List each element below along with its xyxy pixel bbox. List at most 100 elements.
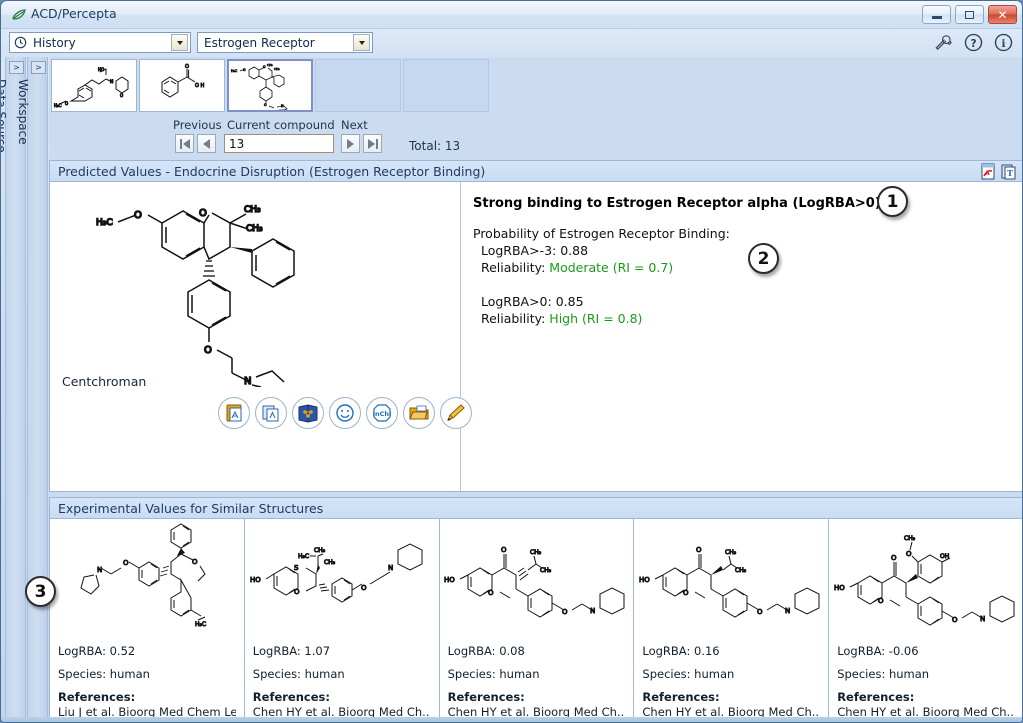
card-info-1: LogRBA: 0.52 Species: human References: …: [50, 639, 244, 720]
sidebar-item-workspace[interactable]: > Workspace: [27, 57, 48, 723]
last-compound-button[interactable]: [363, 134, 382, 153]
chevron-down-icon[interactable]: [171, 34, 188, 51]
result-title: Strong binding to Estrogen Receptor alph…: [473, 196, 1013, 211]
expand-data-source-button[interactable]: >: [9, 61, 24, 74]
callout-3: 3: [25, 576, 56, 607]
app-window: ACD/Percepta ✕ History Estrogen Receptor: [0, 0, 1023, 723]
toolbar: History Estrogen Receptor ? i: [1, 29, 1023, 57]
chevron-down-icon[interactable]: [353, 34, 370, 51]
svg-text:HO: HO: [444, 576, 455, 584]
module-dropdown-value: Estrogen Receptor: [198, 36, 353, 50]
svg-text:A: A: [985, 170, 990, 177]
svg-text:N: N: [980, 615, 985, 623]
previous-compound-button[interactable]: [197, 134, 216, 153]
references-label-1: References:: [58, 690, 236, 705]
svg-text:O: O: [294, 588, 300, 596]
svg-text:O: O: [263, 65, 266, 69]
similar-structure-card-3[interactable]: HO O O: [440, 519, 635, 723]
svg-text:S: S: [294, 564, 299, 572]
close-button[interactable]: ✕: [988, 5, 1017, 24]
similar-structure-3: HO O O: [440, 519, 634, 639]
svg-text:N: N: [590, 607, 595, 615]
module-dropdown[interactable]: Estrogen Receptor: [197, 32, 373, 53]
svg-text:CH₃: CH₃: [530, 549, 542, 556]
text-export-icon[interactable]: T: [1001, 163, 1017, 180]
current-compound-input[interactable]: [224, 134, 334, 153]
thumbnail-4[interactable]: [315, 59, 401, 112]
svg-text:HO: HO: [639, 576, 650, 584]
dictionary-icon[interactable]: [292, 397, 324, 429]
help-icon[interactable]: ?: [963, 32, 984, 53]
svg-text:O: O: [562, 608, 568, 616]
similar-structure-card-1[interactable]: O O N: [50, 519, 245, 723]
info-icon[interactable]: i: [993, 32, 1014, 53]
export-icons: A T: [980, 163, 1017, 180]
svg-text:HO: HO: [98, 67, 104, 72]
title-bar: ACD/Percepta ✕: [1, 1, 1023, 29]
species-1: Species: human: [58, 667, 236, 682]
expand-workspace-button[interactable]: >: [31, 61, 46, 74]
probability-header: Probability of Estrogen Receptor Binding…: [473, 225, 1013, 242]
open-file-icon[interactable]: [403, 397, 435, 429]
svg-text:InChI: InChI: [373, 410, 392, 418]
svg-text:N: N: [785, 607, 790, 615]
minimize-button[interactable]: [922, 5, 951, 24]
svg-text:CH₃: CH₃: [244, 205, 261, 215]
experimental-values-header: Experimental Values for Similar Structur…: [49, 497, 1023, 519]
svg-text:O: O: [204, 345, 212, 356]
svg-text:O H: O H: [195, 83, 205, 89]
references-label-5: References:: [837, 690, 1015, 705]
svg-text:N: N: [97, 566, 102, 574]
paste-structure-icon[interactable]: [218, 397, 250, 429]
maximize-button[interactable]: [955, 5, 984, 24]
next-compound-button[interactable]: [341, 134, 360, 153]
svg-text:HO: HO: [250, 576, 261, 584]
structure-toolbar: InChI: [218, 397, 472, 429]
similar-structure-card-5[interactable]: HO O O O: [829, 519, 1023, 723]
svg-text:O: O: [264, 103, 267, 107]
svg-text:CH₃: CH₃: [324, 559, 336, 566]
logrba-value-1: LogRBA>-3: 0.88: [473, 242, 1013, 259]
smiles-icon[interactable]: [329, 397, 361, 429]
thumbnail-2[interactable]: O O H: [139, 59, 225, 112]
pdf-export-icon[interactable]: A: [980, 163, 996, 180]
clock-icon: [14, 36, 27, 49]
logrba-1: LogRBA: 0.52: [58, 644, 236, 659]
logrba-2: LogRBA: 1.07: [253, 644, 431, 659]
thumbnail-5[interactable]: [403, 59, 489, 112]
svg-text:T: T: [1007, 168, 1013, 178]
svg-text:CH₃: CH₃: [904, 535, 916, 542]
copy-structure-icon[interactable]: [255, 397, 287, 429]
svg-text:H₃C: H₃C: [54, 103, 62, 108]
svg-text:O: O: [488, 589, 494, 597]
compound-navigation: Previous Current compound Next Total: 13: [49, 117, 1023, 159]
similar-structure-card-2[interactable]: HO S O H₃C CH₃: [245, 519, 440, 723]
inchi-icon[interactable]: InChI: [366, 397, 398, 429]
thumbnail-1[interactable]: H₃C O N HO O: [51, 59, 137, 112]
svg-text:HO: HO: [834, 584, 845, 592]
logrba-4: LogRBA: 0.16: [642, 644, 820, 659]
species-5: Species: human: [837, 667, 1015, 682]
toolbar-icons: ? i: [933, 32, 1014, 53]
svg-text:i: i: [1002, 38, 1006, 50]
similar-structure-card-4[interactable]: HO O O CH₃: [634, 519, 829, 723]
svg-text:O: O: [243, 68, 246, 72]
svg-text:CH₃: CH₃: [725, 549, 737, 556]
svg-text:O: O: [952, 616, 958, 624]
thumbnail-3[interactable]: H₃C O O CH₃ CH₃ O N: [227, 59, 313, 112]
first-compound-button[interactable]: [175, 134, 194, 153]
svg-text:?: ?: [970, 38, 976, 50]
reliability-label-2: Reliability:: [473, 311, 549, 326]
svg-text:O: O: [192, 558, 198, 566]
experimental-values-title: Experimental Values for Similar Structur…: [50, 501, 323, 516]
predicted-values-body: H₃C O O CH₃ CH₃: [49, 182, 1023, 492]
logrba-value-2: LogRBA>0: 0.85: [473, 293, 1013, 310]
svg-text:O: O: [123, 559, 129, 567]
logrba-3: LogRBA: 0.08: [448, 644, 626, 659]
svg-text:O: O: [906, 550, 912, 558]
history-dropdown[interactable]: History: [9, 32, 191, 53]
structure-name: Centchroman: [62, 374, 146, 389]
centchroman-structure: H₃C O O CH₃ CH₃: [56, 187, 456, 387]
wrench-icon[interactable]: [933, 32, 954, 53]
total-compounds-label: Total: 13: [409, 139, 460, 153]
